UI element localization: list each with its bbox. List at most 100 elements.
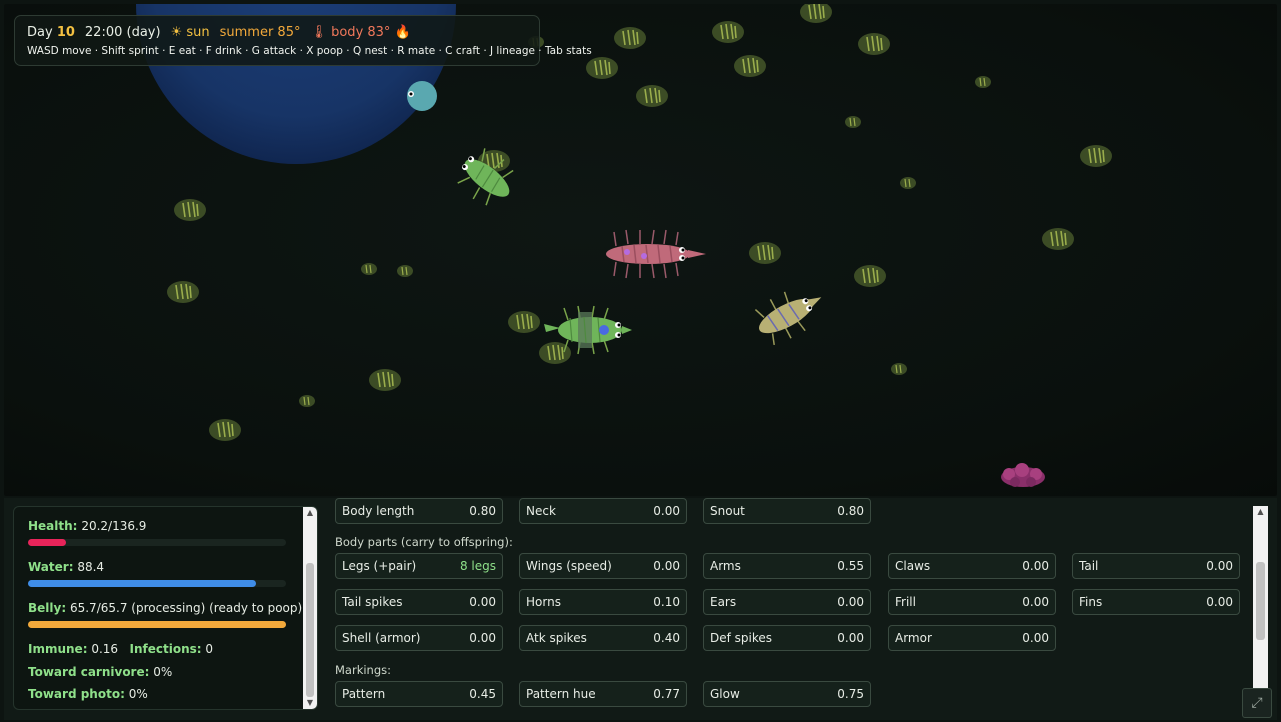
game-world[interactable]: Day 10 22:00 (day) ☀ sun summer 85° 🌡 bo…: [4, 4, 1277, 496]
scroll-down-icon[interactable]: ▼: [303, 697, 317, 709]
day-label: Day: [27, 25, 53, 40]
trait-fins[interactable]: Fins 0.00: [1072, 589, 1240, 615]
health-value: 20.2/136.9: [81, 519, 147, 533]
season-indicator: summer 85°: [219, 25, 301, 40]
trait-label: Atk spikes: [526, 631, 587, 645]
trait-value: 0.00: [837, 595, 864, 609]
flower-bush[interactable]: [1001, 463, 1045, 487]
carnivore-stat: Toward carnivore: 0%: [28, 665, 172, 679]
creature-teal[interactable]: [407, 81, 437, 111]
trait-label: Body length: [342, 504, 415, 518]
immune-stat: Immune: 0.16 Infections: 0: [28, 642, 213, 656]
trait-value: 0.80: [837, 504, 864, 518]
trait-value: 0.40: [653, 631, 680, 645]
trait-label: Tail: [1079, 559, 1099, 573]
trait-body-length[interactable]: Body length 0.80: [335, 498, 503, 524]
weather-indicator: ☀ sun: [170, 25, 210, 40]
trait-wings-speed[interactable]: Wings (speed) 0.00: [519, 553, 687, 579]
trait-atk-spikes[interactable]: Atk spikes 0.40: [519, 625, 687, 651]
trait-value: 0.45: [469, 687, 496, 701]
hud-panel: Day 10 22:00 (day) ☀ sun summer 85° 🌡 bo…: [14, 15, 592, 66]
trait-value: 0.10: [653, 595, 680, 609]
belly-bar-fill: [28, 621, 286, 628]
belly-value: 65.7/65.7 (processing) (ready to poop): [69, 601, 303, 615]
trait-label: Snout: [710, 504, 745, 518]
trait-label: Pattern: [342, 687, 386, 701]
trait-label: Legs (+pair): [342, 559, 417, 573]
infections-value: 0: [205, 642, 214, 656]
health-bar-fill: [28, 539, 66, 546]
trait-neck[interactable]: Neck 0.00: [519, 498, 687, 524]
belly-label: Belly:: [28, 601, 67, 615]
trait-label: Tail spikes: [342, 595, 403, 609]
trait-value: 0.80: [469, 504, 496, 518]
traits-scroll-up-icon[interactable]: ▲: [1253, 506, 1268, 518]
trait-value: 0.75: [837, 687, 864, 701]
stats-scrollbar[interactable]: ▲ ▼: [303, 507, 317, 709]
trait-value: 0.00: [469, 631, 496, 645]
creature-tan-bug[interactable]: [749, 278, 831, 350]
trait-frill[interactable]: Frill 0.00: [888, 589, 1056, 615]
trait-pattern-hue[interactable]: Pattern hue 0.77: [519, 681, 687, 707]
fullscreen-icon[interactable]: ⤢: [1242, 688, 1272, 718]
belly-bar: [28, 621, 286, 628]
trait-value: 0.00: [1206, 559, 1233, 573]
trait-snout[interactable]: Snout 0.80: [703, 498, 871, 524]
trait-value: 0.00: [837, 631, 864, 645]
trait-value: 8 legs: [459, 559, 496, 573]
stats-scrollbar-thumb[interactable]: [306, 563, 314, 697]
trait-claws[interactable]: Claws 0.00: [888, 553, 1056, 579]
trait-label: Horns: [526, 595, 561, 609]
carnivore-value: 0%: [153, 665, 173, 679]
trait-label: Pattern hue: [526, 687, 596, 701]
controls-hint: WASD move · Shift sprint · E eat · F dri…: [27, 45, 592, 57]
trait-ears[interactable]: Ears 0.00: [703, 589, 871, 615]
trait-tail[interactable]: Tail 0.00: [1072, 553, 1240, 579]
trait-label: Fins: [1079, 595, 1103, 609]
trait-label: Glow: [710, 687, 740, 701]
trait-def-spikes[interactable]: Def spikes 0.00: [703, 625, 871, 651]
trait-tail-spikes[interactable]: Tail spikes 0.00: [335, 589, 503, 615]
trait-pattern[interactable]: Pattern 0.45: [335, 681, 503, 707]
trait-legs-pair[interactable]: Legs (+pair) 8 legs: [335, 553, 503, 579]
trait-shell-armor[interactable]: Shell (armor) 0.00: [335, 625, 503, 651]
belly-stat: Belly: 65.7/65.7 (processing) (ready to …: [28, 601, 302, 615]
trait-arms[interactable]: Arms 0.55: [703, 553, 871, 579]
trait-value: 0.00: [1022, 631, 1049, 645]
health-stat: Health: 20.2/136.9: [28, 519, 146, 533]
trait-horns[interactable]: Horns 0.10: [519, 589, 687, 615]
trait-label: Neck: [526, 504, 556, 518]
stats-panel[interactable]: Health: 20.2/136.9 Water: 88.4 Belly: 65…: [13, 506, 318, 710]
creature-pink-centipede[interactable]: [606, 229, 706, 279]
traits-scrollbar[interactable]: ▲ ▼: [1253, 506, 1268, 708]
trait-label: Claws: [895, 559, 931, 573]
trait-armor[interactable]: Armor 0.00: [888, 625, 1056, 651]
trait-label: Frill: [895, 595, 916, 609]
water-bar-fill: [28, 580, 257, 587]
water-value: 88.4: [77, 560, 105, 574]
day-counter: Day 10: [27, 25, 75, 40]
traits-panel[interactable]: Body length 0.80 Neck 0.00 Snout 0.80 Body par…: [330, 498, 1250, 716]
trait-value: 0.77: [653, 687, 680, 701]
immune-label: Immune:: [28, 642, 88, 656]
water-bar: [28, 580, 286, 587]
photo-label: Toward photo:: [28, 687, 125, 701]
trait-value: 0.55: [837, 559, 864, 573]
trait-label: Ears: [710, 595, 737, 609]
trait-label: Arms: [710, 559, 741, 573]
scroll-up-icon[interactable]: ▲: [303, 507, 317, 519]
trait-value: 0.00: [1022, 595, 1049, 609]
health-bar: [28, 539, 286, 546]
trait-value: 0.00: [1206, 595, 1233, 609]
health-label: Health:: [28, 519, 78, 533]
trait-label: Shell (armor): [342, 631, 421, 645]
day-number: 10: [56, 25, 75, 40]
trait-label: Def spikes: [710, 631, 773, 645]
time-of-day: 22:00 (day): [84, 25, 161, 40]
carnivore-label: Toward carnivore:: [28, 665, 150, 679]
traits-scrollbar-thumb[interactable]: [1256, 562, 1265, 640]
water-label: Water:: [28, 560, 74, 574]
trait-glow[interactable]: Glow 0.75: [703, 681, 871, 707]
world-canvas[interactable]: [4, 4, 1277, 496]
photo-stat: Toward photo: 0%: [28, 687, 148, 701]
